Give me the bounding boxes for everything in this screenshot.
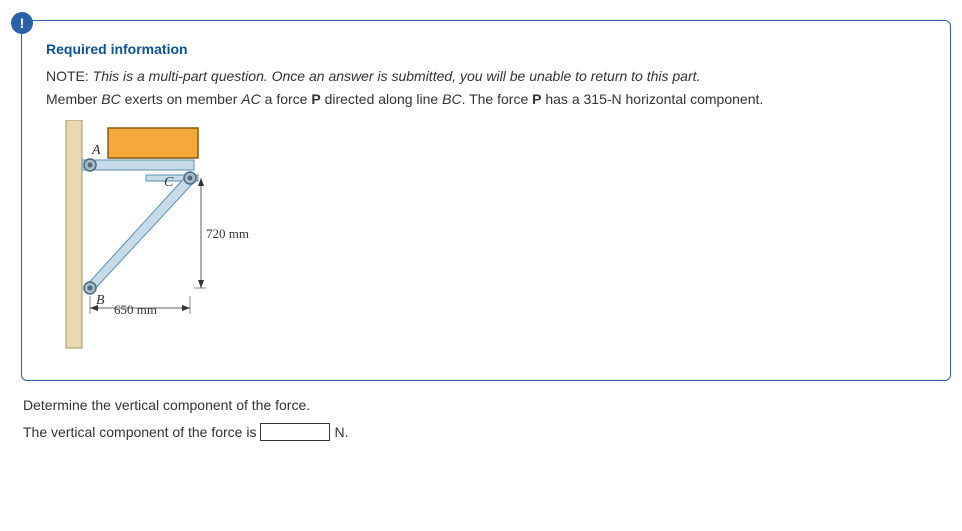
answer-unit: N.	[334, 424, 348, 440]
note-italic-text: This is a multi-part question. Once an a…	[93, 68, 701, 84]
var-p: P	[311, 91, 320, 107]
diagram-figure: A C B 720 mm 650 mm	[46, 120, 256, 350]
text: exerts on member	[121, 91, 242, 107]
answer-input[interactable]	[260, 423, 330, 441]
var-ac: AC	[241, 91, 260, 107]
text: Member	[46, 91, 101, 107]
answer-prefix: The vertical component of the force is	[23, 424, 256, 440]
text: . The force	[462, 91, 533, 107]
label-c: C	[164, 172, 173, 193]
var-bc: BC	[101, 91, 120, 107]
note-label: NOTE:	[46, 68, 93, 84]
text: has a 315-N horizontal component.	[541, 91, 763, 107]
label-b: B	[96, 290, 105, 311]
note-line: NOTE: This is a multi-part question. Onc…	[46, 66, 926, 87]
answer-row: The vertical component of the force is N…	[23, 423, 951, 441]
alert-icon: !	[11, 12, 33, 34]
required-info-box: Required information NOTE: This is a mul…	[21, 20, 951, 381]
question-text: Determine the vertical component of the …	[23, 397, 951, 413]
var-bc2: BC	[442, 91, 461, 107]
text: a force	[261, 91, 312, 107]
problem-statement: Member BC exerts on member AC a force P …	[46, 89, 926, 110]
text: directed along line	[321, 91, 442, 107]
label-a: A	[92, 140, 101, 161]
dim-horizontal: 650 mm	[114, 300, 157, 320]
dim-vertical: 720 mm	[206, 224, 249, 244]
required-info-heading: Required information	[46, 39, 926, 60]
